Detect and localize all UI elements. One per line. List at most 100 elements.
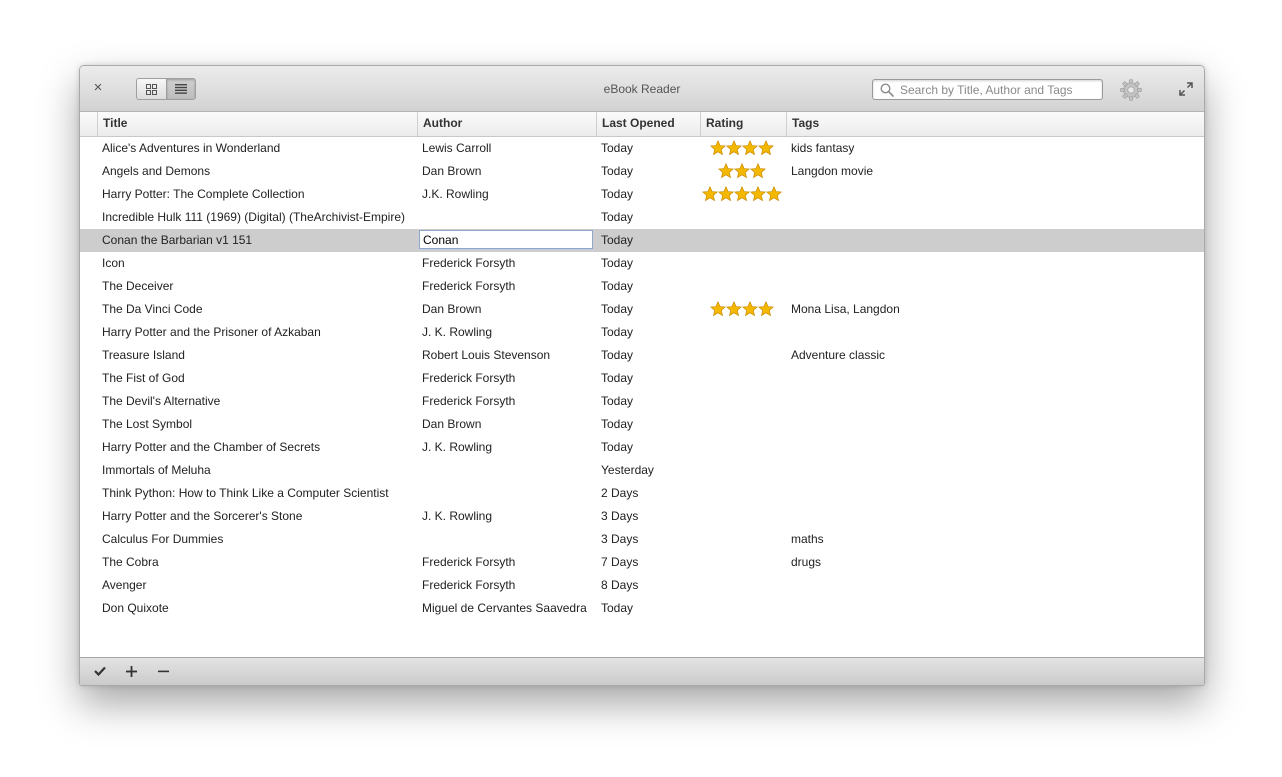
book-rating[interactable] <box>699 229 785 252</box>
table-row[interactable]: The Lost Symbol Dan Brown Today <box>80 413 1204 436</box>
book-last-opened: 3 Days <box>601 532 639 546</box>
book-rating[interactable] <box>699 482 785 505</box>
book-last-opened: Today <box>601 371 634 385</box>
column-header-title[interactable]: Title <box>97 112 417 136</box>
book-rating[interactable] <box>699 551 785 574</box>
plus-icon <box>125 665 137 677</box>
table-row[interactable]: Alice's Adventures in Wonderland Lewis Ca… <box>80 137 1204 160</box>
table-row[interactable]: The Deceiver Frederick Forsyth Today <box>80 275 1204 298</box>
table-row[interactable]: Treasure Island Robert Louis Stevenson Tod… <box>80 344 1204 367</box>
book-rating[interactable] <box>699 206 785 229</box>
book-tags: kids fantasy <box>791 141 855 155</box>
table-row[interactable]: Harry Potter and the Prisoner of Azkaban… <box>80 321 1204 344</box>
book-last-opened: 3 Days <box>601 509 639 523</box>
search-input[interactable] <box>900 82 1095 97</box>
table-row[interactable]: Think Python: How to Think Like a Comput… <box>80 482 1204 505</box>
book-title: Harry Potter and the Sorcerer's Stone <box>102 509 303 523</box>
book-rating[interactable] <box>699 298 785 321</box>
search-icon <box>880 83 894 97</box>
book-tags: drugs <box>791 555 822 569</box>
table-row[interactable]: The Fist of God Frederick Forsyth Today <box>80 367 1204 390</box>
book-last-opened: Yesterday <box>601 463 654 477</box>
table-row[interactable]: Conan the Barbarian v1 151 Today <box>80 229 1204 252</box>
book-author: Dan Brown <box>422 302 482 316</box>
book-title: Incredible Hulk 111 (1969) (Digital) (Th… <box>102 210 405 224</box>
table-row[interactable]: Angels and Demons Dan Brown Today Langdon m… <box>80 160 1204 183</box>
table-row[interactable]: The Cobra Frederick Forsyth 7 Days drugs <box>80 551 1204 574</box>
book-author: Miguel de Cervantes Saavedra <box>422 601 587 615</box>
book-title: Calculus For Dummies <box>102 532 224 546</box>
book-tags <box>791 505 1191 528</box>
book-rating[interactable] <box>699 413 785 436</box>
star-icon <box>726 140 742 156</box>
book-rating[interactable] <box>699 459 785 482</box>
book-rating[interactable] <box>699 436 785 459</box>
star-icon <box>710 140 726 156</box>
table-row[interactable]: Harry Potter and the Chamber of Secrets J… <box>80 436 1204 459</box>
gear-icon[interactable] <box>1120 79 1142 101</box>
book-rating[interactable] <box>699 275 785 298</box>
table-row[interactable]: The Da Vinci Code Dan Brown Today Mona Lisa… <box>80 298 1204 321</box>
title-bar: × eBook Reader <box>80 66 1204 112</box>
star-icon <box>734 186 750 202</box>
book-last-opened: Today <box>601 210 634 224</box>
table-row[interactable]: Harry Potter and the Sorcerer's Stone J. … <box>80 505 1204 528</box>
book-rating[interactable] <box>699 505 785 528</box>
confirm-button[interactable] <box>92 663 108 679</box>
book-tags <box>791 367 1191 390</box>
table-row[interactable]: Incredible Hulk 111 (1969) (Digital) (Th… <box>80 206 1204 229</box>
search-box[interactable] <box>872 79 1103 100</box>
book-last-opened: Today <box>601 164 634 178</box>
star-icon <box>766 186 782 202</box>
book-rating[interactable] <box>699 390 785 413</box>
book-rating[interactable] <box>699 574 785 597</box>
book-rating[interactable] <box>699 597 785 620</box>
column-header-author[interactable]: Author <box>417 112 596 136</box>
star-icon <box>750 186 766 202</box>
book-title: Harry Potter and the Chamber of Secrets <box>102 440 321 454</box>
book-title: The Fist of God <box>102 371 185 385</box>
column-header-tags[interactable]: Tags <box>786 112 1204 136</box>
column-header-rating[interactable]: Rating <box>700 112 786 136</box>
book-rating[interactable] <box>699 344 785 367</box>
book-title: Harry Potter and the Prisoner of Azkaban <box>102 325 321 339</box>
book-title: Think Python: How to Think Like a Comput… <box>102 486 389 500</box>
book-title: Avenger <box>102 578 147 592</box>
book-rating[interactable] <box>699 528 785 551</box>
remove-book-button[interactable] <box>155 663 171 679</box>
table-row[interactable]: Immortals of Meluha Yesterday <box>80 459 1204 482</box>
book-rating[interactable] <box>699 160 785 183</box>
star-icon <box>726 301 742 317</box>
book-author: J. K. Rowling <box>422 325 493 339</box>
table-row[interactable]: Don Quixote Miguel de Cervantes Saavedra T… <box>80 597 1204 620</box>
add-book-button[interactable] <box>123 663 139 679</box>
table-row[interactable]: The Devil's Alternative Frederick Forsyth… <box>80 390 1204 413</box>
table-row[interactable]: Avenger Frederick Forsyth 8 Days <box>80 574 1204 597</box>
star-icon <box>718 186 734 202</box>
book-tags <box>791 275 1191 298</box>
table-header: Title Author Last Opened Rating Tags <box>80 112 1204 137</box>
table-row[interactable]: Icon Frederick Forsyth Today <box>80 252 1204 275</box>
book-tags <box>791 229 1191 252</box>
fullscreen-icon[interactable] <box>1179 82 1193 96</box>
minus-icon <box>157 670 169 672</box>
book-title: Treasure Island <box>102 348 185 362</box>
column-header-last-opened[interactable]: Last Opened <box>596 112 700 136</box>
book-title: Icon <box>102 256 125 270</box>
book-author: Frederick Forsyth <box>422 394 516 408</box>
author-edit-field[interactable] <box>419 230 593 249</box>
book-rating[interactable] <box>699 321 785 344</box>
book-tags <box>791 321 1191 344</box>
book-author <box>422 459 594 482</box>
table-row[interactable]: Calculus For Dummies 3 Days maths <box>80 528 1204 551</box>
book-rating[interactable] <box>699 367 785 390</box>
book-author: Robert Louis Stevenson <box>422 348 551 362</box>
book-rating[interactable] <box>699 183 785 206</box>
book-author: J. K. Rowling <box>422 509 493 523</box>
table-row[interactable]: Harry Potter: The Complete Collection J.K… <box>80 183 1204 206</box>
book-rating[interactable] <box>699 252 785 275</box>
book-rating[interactable] <box>699 137 785 160</box>
book-last-opened: Today <box>601 601 634 615</box>
book-author: Frederick Forsyth <box>422 279 516 293</box>
book-author: Dan Brown <box>422 417 482 431</box>
